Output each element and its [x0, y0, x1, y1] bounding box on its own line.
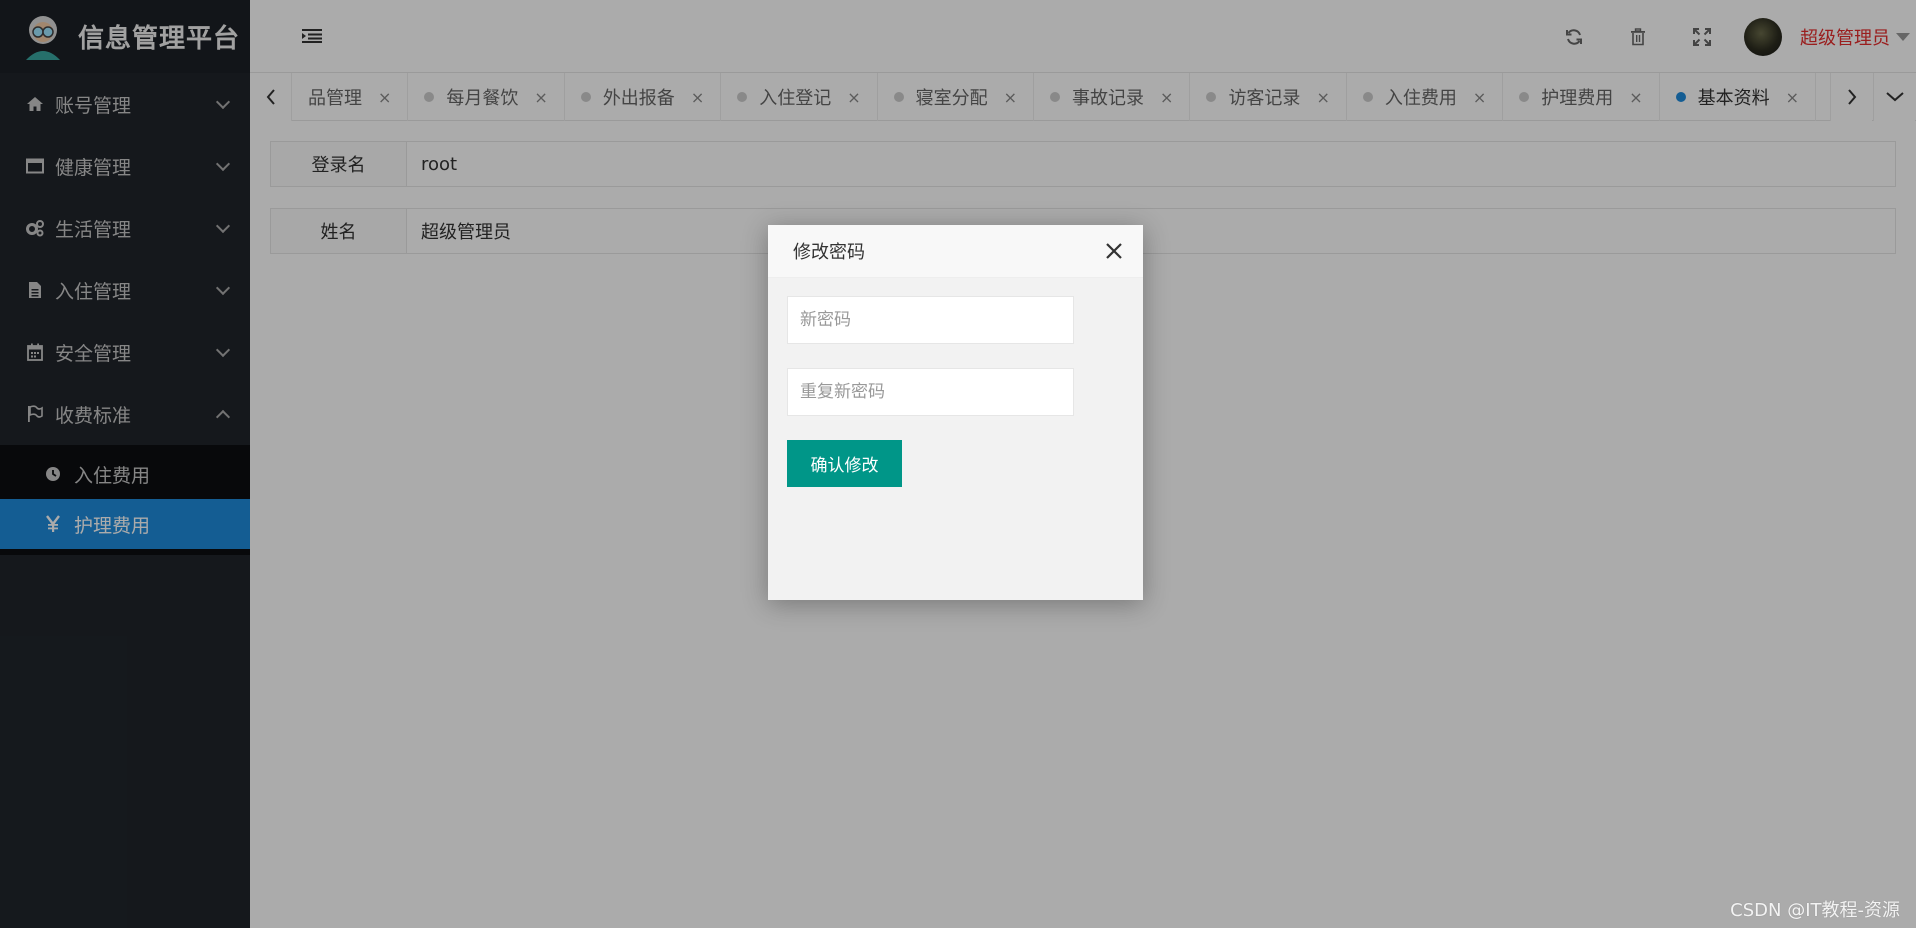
change-password-modal: 修改密码 确认修改 — [768, 225, 1143, 600]
close-icon[interactable] — [1105, 242, 1123, 260]
new-password-input[interactable] — [787, 296, 1074, 344]
modal-title: 修改密码 — [793, 242, 865, 263]
modal-body: 确认修改 — [768, 278, 1143, 487]
modal-header: 修改密码 — [768, 225, 1143, 278]
repeat-password-input[interactable] — [787, 368, 1074, 416]
watermark: CSDN @IT教程-资源 — [1730, 900, 1900, 921]
confirm-change-button[interactable]: 确认修改 — [787, 440, 902, 487]
